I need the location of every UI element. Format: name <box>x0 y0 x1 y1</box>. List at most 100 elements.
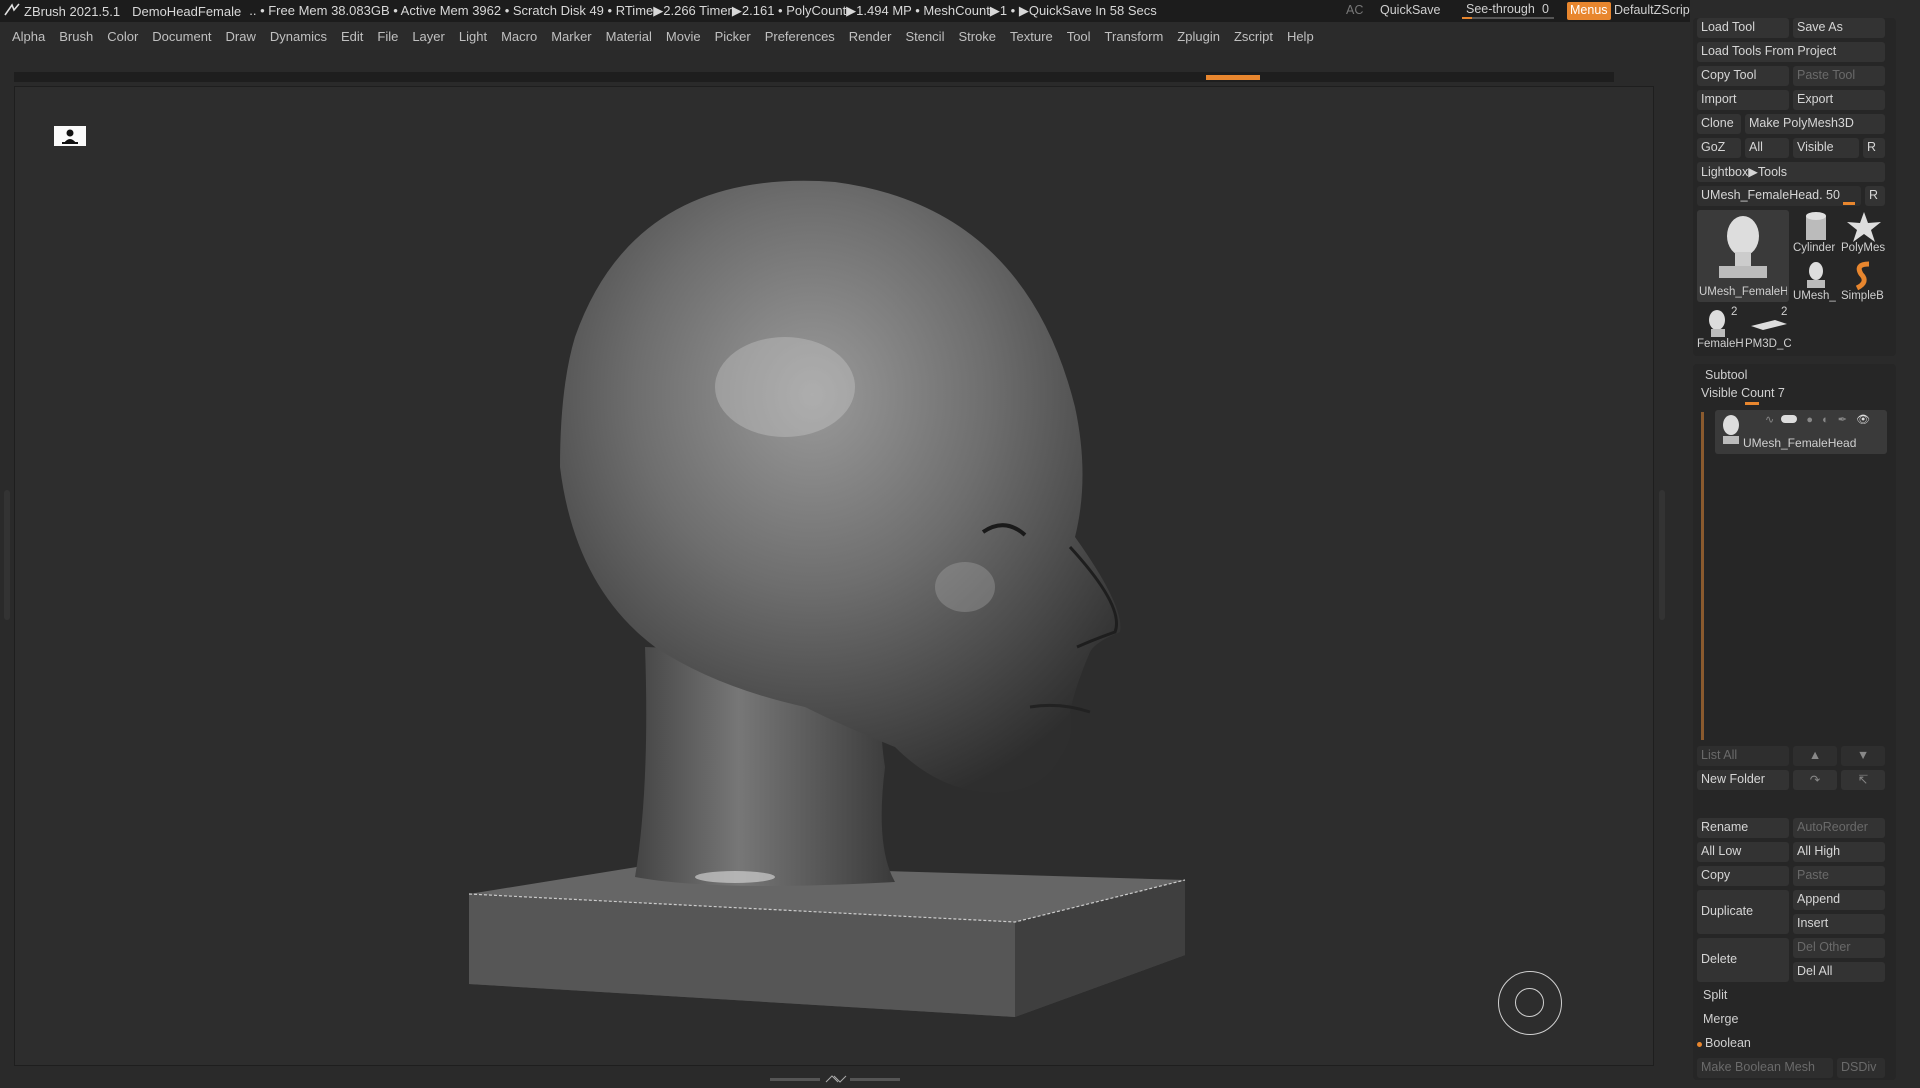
menu-draw[interactable]: Draw <box>226 29 256 44</box>
tool-thumb-cylinder[interactable]: Cylinder <box>1793 210 1839 256</box>
simplebrush-icon <box>1855 261 1870 291</box>
export-button[interactable]: Export <box>1793 90 1885 110</box>
timeline-strip[interactable] <box>14 72 1614 82</box>
load-tool-button[interactable]: Load Tool <box>1697 18 1789 38</box>
boolean-section[interactable]: Boolean <box>1705 1036 1751 1050</box>
material-icon[interactable]: ◐ <box>1822 414 1829 426</box>
folder-down-icon: ↸ <box>1857 773 1869 787</box>
visible-count-slider[interactable]: Visible Count 7 <box>1701 386 1785 400</box>
right-shelf-handle[interactable] <box>1659 490 1665 620</box>
arrow-down-icon: ▼ <box>1856 748 1870 762</box>
menu-render[interactable]: Render <box>849 29 892 44</box>
all-low-button[interactable]: All Low <box>1697 842 1789 862</box>
navigation-gizmo[interactable] <box>1498 971 1562 1035</box>
menu-movie[interactable]: Movie <box>666 29 701 44</box>
menu-alpha[interactable]: Alpha <box>12 29 45 44</box>
brush-icon[interactable]: ∿ <box>1765 414 1774 426</box>
default-zscript-button[interactable]: DefaultZScript <box>1614 3 1693 17</box>
copy-button[interactable]: Copy <box>1697 866 1789 886</box>
see-through-value[interactable]: 0 <box>1542 2 1549 16</box>
save-as-button[interactable]: Save As <box>1793 18 1885 38</box>
move-up-button[interactable]: ▲ <box>1793 746 1837 766</box>
dsdiv-button[interactable]: DSDiv <box>1837 1058 1885 1078</box>
new-folder-button[interactable]: New Folder <box>1697 770 1789 790</box>
copy-tool-button[interactable]: Copy Tool <box>1697 66 1789 86</box>
autoreorder-button[interactable]: AutoReorder <box>1793 818 1885 838</box>
tool-thumb-main[interactable]: UMesh_FemaleH <box>1697 210 1789 302</box>
menu-preferences[interactable]: Preferences <box>765 29 835 44</box>
menu-document[interactable]: Document <box>152 29 211 44</box>
paste-button[interactable]: Paste <box>1793 866 1885 886</box>
tool-thumb-simpleb[interactable]: SimpleB <box>1841 258 1887 304</box>
subtool-scrollbar[interactable] <box>1701 412 1704 740</box>
menu-zscript[interactable]: Zscript <box>1234 29 1273 44</box>
tool-thumb-femaleh[interactable]: 2 FemaleH <box>1697 306 1743 352</box>
menu-tool[interactable]: Tool <box>1067 29 1091 44</box>
tool-thumb-polymesh[interactable]: PolyMes <box>1841 210 1887 256</box>
folder-move-down-button[interactable]: ↸ <box>1841 770 1885 790</box>
goz-button[interactable]: GoZ <box>1697 138 1741 158</box>
menu-stroke[interactable]: Stroke <box>958 29 996 44</box>
menu-brush[interactable]: Brush <box>59 29 93 44</box>
goz-all-button[interactable]: All <box>1745 138 1789 158</box>
menu-light[interactable]: Light <box>459 29 487 44</box>
see-through-slider[interactable] <box>1462 17 1554 19</box>
polypaint-icon[interactable]: ✒ <box>1838 414 1847 426</box>
duplicate-button[interactable]: Duplicate <box>1697 890 1789 934</box>
make-polymesh-button[interactable]: Make PolyMesh3D <box>1745 114 1885 134</box>
tool-thumb-pm3d[interactable]: 2 PM3D_C <box>1745 306 1791 352</box>
ac-label[interactable]: AC <box>1346 3 1363 17</box>
goz-visible-button[interactable]: Visible <box>1793 138 1859 158</box>
folder-move-up-button[interactable]: ↷ <box>1793 770 1837 790</box>
subtool-item[interactable]: ∿ ● ◐ ✒ 👁 UMesh_FemaleHead <box>1715 410 1887 454</box>
menu-help[interactable]: Help <box>1287 29 1314 44</box>
merge-section[interactable]: Merge <box>1703 1012 1738 1026</box>
menu-color[interactable]: Color <box>107 29 138 44</box>
current-tool-r-button[interactable]: R <box>1865 186 1885 206</box>
toggle-pill-icon[interactable] <box>1781 415 1798 423</box>
bottom-shelf-handle[interactable] <box>770 1070 900 1083</box>
menu-transform[interactable]: Transform <box>1105 29 1164 44</box>
timeline-marker[interactable] <box>1206 75 1260 80</box>
menu-stencil[interactable]: Stencil <box>905 29 944 44</box>
delete-button[interactable]: Delete <box>1697 938 1789 982</box>
move-down-button[interactable]: ▼ <box>1841 746 1885 766</box>
head-model[interactable] <box>15 87 1655 1067</box>
paste-tool-button[interactable]: Paste Tool <box>1793 66 1885 86</box>
dynamic-icon[interactable]: ● <box>1806 414 1813 426</box>
menu-macro[interactable]: Macro <box>501 29 537 44</box>
menu-dynamics[interactable]: Dynamics <box>270 29 327 44</box>
all-high-button[interactable]: All High <box>1793 842 1885 862</box>
menu-marker[interactable]: Marker <box>551 29 591 44</box>
eye-icon[interactable]: 👁 <box>1856 414 1870 426</box>
tool-thumb-umesh[interactable]: UMesh_ <box>1793 258 1839 304</box>
left-shelf-handle[interactable] <box>4 490 10 620</box>
goz-r-button[interactable]: R <box>1863 138 1885 158</box>
menu-layer[interactable]: Layer <box>412 29 445 44</box>
del-other-button[interactable]: Del Other <box>1793 938 1885 958</box>
document-canvas[interactable] <box>14 86 1654 1066</box>
append-button[interactable]: Append <box>1793 890 1885 910</box>
menu-picker[interactable]: Picker <box>715 29 751 44</box>
del-all-button[interactable]: Del All <box>1793 962 1885 982</box>
menu-zplugin[interactable]: Zplugin <box>1177 29 1220 44</box>
menu-edit[interactable]: Edit <box>341 29 363 44</box>
split-section[interactable]: Split <box>1703 988 1727 1002</box>
subtool-header[interactable]: Subtool <box>1705 368 1747 382</box>
see-through-label[interactable]: See-through <box>1466 2 1535 16</box>
quicksave-button[interactable]: QuickSave <box>1380 3 1440 17</box>
menu-material[interactable]: Material <box>606 29 652 44</box>
rename-button[interactable]: Rename <box>1697 818 1789 838</box>
import-button[interactable]: Import <box>1697 90 1789 110</box>
menu-file[interactable]: File <box>377 29 398 44</box>
clone-button[interactable]: Clone <box>1697 114 1741 134</box>
current-tool-slider[interactable]: UMesh_FemaleHead. 50 <box>1697 186 1861 206</box>
make-boolean-mesh-button[interactable]: Make Boolean Mesh <box>1697 1058 1833 1078</box>
menus-button[interactable]: Menus <box>1567 2 1611 20</box>
lightbox-tools-button[interactable]: Lightbox▶Tools <box>1697 162 1885 182</box>
tool-panel: Load Tool Save As Load Tools From Projec… <box>1693 18 1896 356</box>
load-from-project-button[interactable]: Load Tools From Project <box>1697 42 1885 62</box>
insert-button[interactable]: Insert <box>1793 914 1885 934</box>
list-all-button[interactable]: List All <box>1697 746 1789 766</box>
menu-texture[interactable]: Texture <box>1010 29 1053 44</box>
